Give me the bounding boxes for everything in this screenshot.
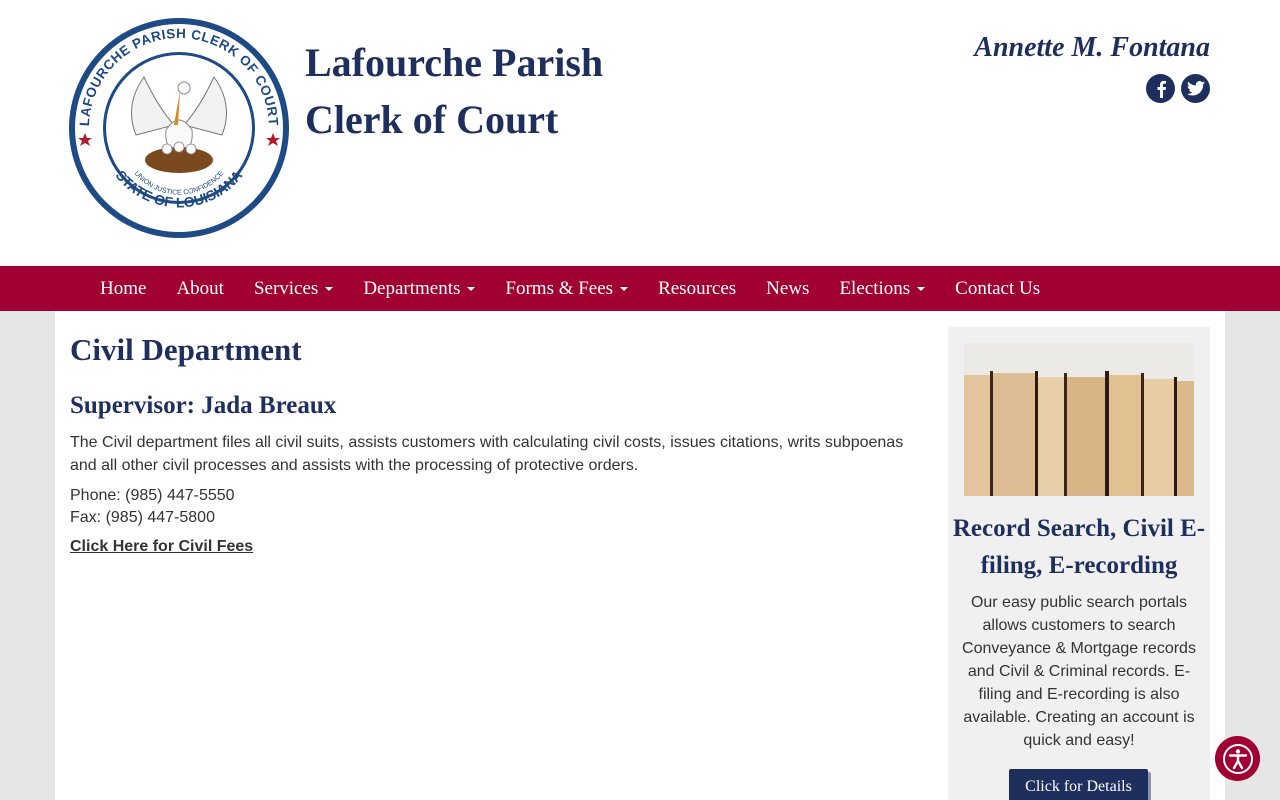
main-nav: Home About Services Departments Forms & … bbox=[0, 266, 1280, 311]
nav-item-contact-us[interactable]: Contact Us bbox=[940, 266, 1055, 311]
caret-down-icon bbox=[467, 286, 476, 291]
nav-item-services[interactable]: Services bbox=[239, 266, 348, 311]
facebook-icon[interactable] bbox=[1146, 74, 1175, 103]
phone-number: Phone: (985) 447-5550 bbox=[70, 487, 235, 504]
nav-item-label[interactable]: Contact Us bbox=[955, 278, 1040, 300]
click-for-details-button[interactable]: Click for Details bbox=[1009, 769, 1148, 800]
nav-item-home[interactable]: Home bbox=[85, 266, 161, 311]
site-title-line1[interactable]: Lafourche Parish bbox=[305, 34, 603, 91]
department-description: The Civil department files all civil sui… bbox=[70, 434, 904, 474]
site-title-line2[interactable]: Clerk of Court bbox=[305, 91, 603, 148]
nav-item-resources[interactable]: Resources bbox=[643, 266, 751, 311]
civil-fees-link[interactable]: Click Here for Civil Fees bbox=[70, 538, 253, 556]
site-header: LAFOURCHE PARISH CLERK OF COURT STATE OF… bbox=[0, 0, 1280, 266]
nav-item-label[interactable]: Departments bbox=[363, 278, 460, 300]
nav-item-label[interactable]: Resources bbox=[658, 278, 736, 300]
caret-down-icon bbox=[325, 286, 334, 291]
department-content: Civil Department Supervisor: Jada Breaux… bbox=[70, 331, 920, 556]
nav-item-news[interactable]: News bbox=[751, 266, 824, 311]
nav-item-label[interactable]: About bbox=[176, 278, 224, 300]
nav-item-departments[interactable]: Departments bbox=[348, 266, 490, 311]
promo-title: Record Search, Civil E-filing, E-recordi… bbox=[952, 515, 1206, 579]
nav-item-about[interactable]: About bbox=[161, 266, 239, 311]
site-title[interactable]: Lafourche Parish Clerk of Court bbox=[305, 34, 603, 148]
twitter-icon[interactable] bbox=[1181, 74, 1210, 103]
books-image bbox=[964, 343, 1194, 496]
nav-item-label[interactable]: Home bbox=[100, 278, 146, 300]
nav-item-forms-fees[interactable]: Forms & Fees bbox=[490, 266, 643, 311]
nav-item-label[interactable]: News bbox=[766, 278, 809, 300]
contact-info: Phone: (985) 447-5550 Fax: (985) 447-580… bbox=[70, 485, 920, 529]
nav-item-label[interactable]: Elections bbox=[839, 278, 910, 300]
supervisor-heading: Supervisor: Jada Breaux bbox=[70, 392, 337, 419]
nav-item-label[interactable]: Services bbox=[254, 278, 318, 300]
clerk-name: Annette M. Fontana bbox=[974, 32, 1210, 63]
promo-description: Our easy public search portals allows cu… bbox=[962, 594, 1196, 749]
caret-down-icon bbox=[620, 286, 629, 291]
nav-item-label[interactable]: Forms & Fees bbox=[505, 278, 613, 300]
sidebar-promo: Record Search, Civil E-filing, E-recordi… bbox=[948, 327, 1210, 800]
main-content-area: Civil Department Supervisor: Jada Breaux… bbox=[55, 311, 1225, 800]
accessibility-icon[interactable] bbox=[1215, 736, 1260, 781]
caret-down-icon bbox=[917, 286, 926, 291]
social-links bbox=[1146, 74, 1210, 103]
seal-logo[interactable]: LAFOURCHE PARISH CLERK OF COURT STATE OF… bbox=[66, 15, 292, 241]
fax-number: Fax: (985) 447-5800 bbox=[70, 509, 215, 526]
page-title: Civil Department bbox=[70, 332, 302, 367]
nav-item-elections[interactable]: Elections bbox=[824, 266, 940, 311]
